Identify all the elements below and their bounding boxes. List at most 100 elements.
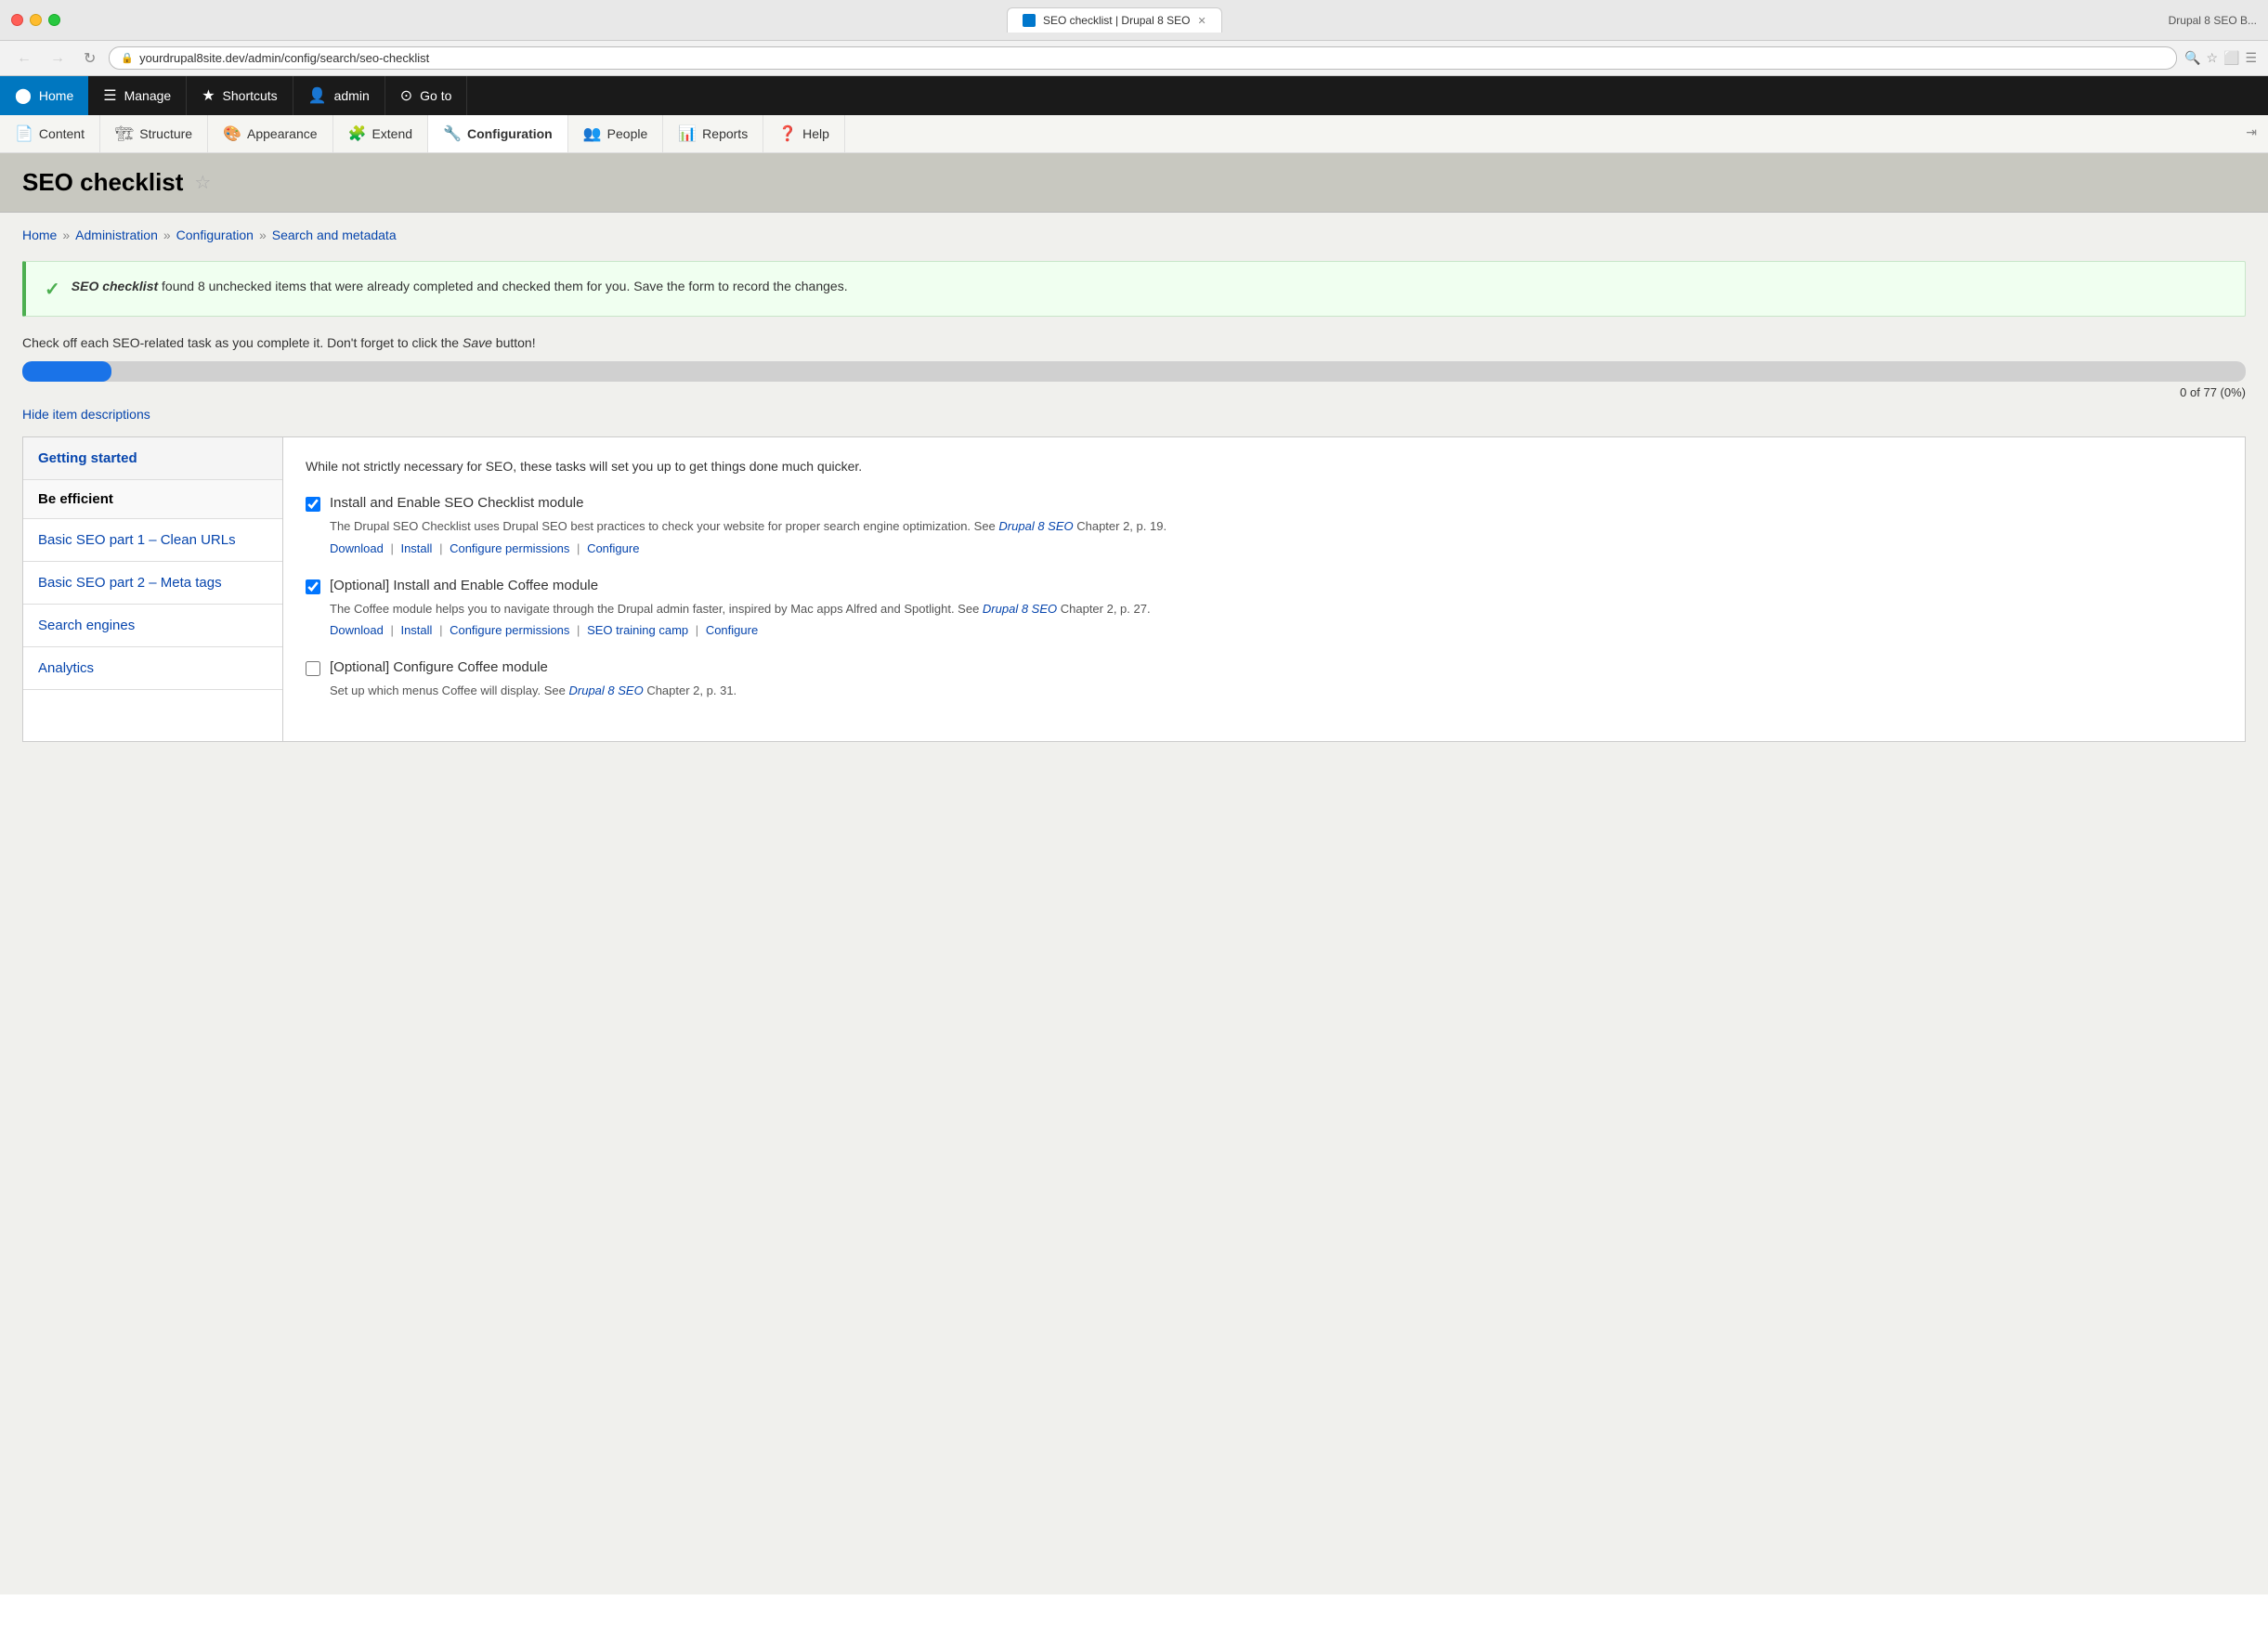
url-text: yourdrupal8site.dev/admin/config/search/… <box>139 51 429 65</box>
configuration-icon: 🔧 <box>443 124 462 143</box>
home-label: Home <box>39 88 73 103</box>
checkbox-item-2[interactable] <box>306 579 320 594</box>
shortcuts-icon: ★ <box>202 86 215 105</box>
breadcrumb-home[interactable]: Home <box>22 228 57 242</box>
nav-reports[interactable]: 📊 Reports <box>663 115 763 152</box>
hide-descriptions-toggle[interactable]: Hide item descriptions <box>22 407 150 422</box>
close-dot[interactable] <box>11 14 23 26</box>
appearance-icon: 🎨 <box>223 124 241 143</box>
secondary-nav: 📄 Content 🏗 Structure 🎨 Appearance 🧩 Ext… <box>0 115 2268 153</box>
checklist-item-2-configure[interactable]: Configure <box>706 623 758 637</box>
sidebar-item-analytics[interactable]: Analytics <box>23 647 282 690</box>
status-text: SEO checklist found 8 unchecked items th… <box>72 277 848 296</box>
sidebar-link-basic-seo-1[interactable]: Basic SEO part 1 – Clean URLs <box>38 532 236 548</box>
progress-label: 0 of 77 (0%) <box>22 385 2246 399</box>
manage-nav-item[interactable]: ☰ Manage <box>88 76 187 115</box>
progress-bar-fill <box>22 361 111 382</box>
structure-label: Structure <box>139 126 192 141</box>
sidebar-link-search-engines[interactable]: Search engines <box>38 618 135 633</box>
admin-user-label: admin <box>334 88 370 103</box>
progress-container: 0 of 77 (0%) <box>22 361 2246 399</box>
structure-icon: 🏗 <box>115 124 134 143</box>
shortcuts-nav-item[interactable]: ★ Shortcuts <box>187 76 293 115</box>
admin-user-nav-item[interactable]: 👤 admin <box>293 76 385 115</box>
help-label: Help <box>802 126 829 141</box>
extend-icon: 🧩 <box>348 124 367 143</box>
sidebar-item-getting-started[interactable]: Getting started <box>23 437 282 480</box>
checklist-item-1-download[interactable]: Download <box>330 541 384 555</box>
lock-icon: 🔒 <box>121 52 134 64</box>
tab-favicon <box>1023 14 1036 27</box>
sidebar-item-basic-seo-2[interactable]: Basic SEO part 2 – Meta tags <box>23 562 282 605</box>
checklist-item-2-download[interactable]: Download <box>330 623 384 637</box>
goto-icon: ⊙ <box>400 86 412 105</box>
goto-label: Go to <box>420 88 451 103</box>
breadcrumb-sep-2: » <box>163 228 171 242</box>
nav-expand-btn[interactable]: ⇥ <box>2235 115 2268 152</box>
page-content: SEO checklist ☆ Home » Administration » … <box>0 153 2268 1594</box>
sidebar-be-efficient-label: Be efficient <box>38 491 113 507</box>
admin-toolbar: ⬤ Home ☰ Manage ★ Shortcuts 👤 admin ⊙ Go… <box>0 76 2268 115</box>
manage-label: Manage <box>124 88 172 103</box>
checklist-item-1-desc: The Drupal SEO Checklist uses Drupal SEO… <box>330 517 2222 536</box>
checklist-item-2-install[interactable]: Install <box>400 623 432 637</box>
home-nav-item[interactable]: ⬤ Home <box>0 76 88 115</box>
nav-configuration[interactable]: 🔧 Configuration <box>428 115 568 152</box>
nav-people[interactable]: 👥 People <box>568 115 664 152</box>
breadcrumb-sep-3: » <box>259 228 267 242</box>
checklist-item-1-install[interactable]: Install <box>400 541 432 555</box>
page-body: Home » Administration » Configuration » … <box>0 213 2268 757</box>
checklist-item-2-title: [Optional] Install and Enable Coffee mod… <box>330 578 598 593</box>
status-rest: found 8 unchecked items that were alread… <box>162 279 848 293</box>
checklist-item-1-configure[interactable]: Configure <box>587 541 639 555</box>
checklist-item-1-configure-perms[interactable]: Configure permissions <box>450 541 569 555</box>
sidebar-link-getting-started[interactable]: Getting started <box>38 450 137 466</box>
checklist-item-2-seo-training[interactable]: SEO training camp <box>587 623 688 637</box>
help-icon: ❓ <box>778 124 797 143</box>
checklist-item-3-title: [Optional] Configure Coffee module <box>330 659 548 675</box>
nav-extend[interactable]: 🧩 Extend <box>333 115 429 152</box>
back-button[interactable]: ← <box>11 48 37 69</box>
menu-icon[interactable]: ☰ <box>2245 50 2257 66</box>
checklist-item-2-book-link[interactable]: Drupal 8 SEO <box>983 602 1057 616</box>
checklist-item-3-book-link[interactable]: Drupal 8 SEO <box>569 683 644 697</box>
breadcrumb-search-metadata[interactable]: Search and metadata <box>272 228 397 242</box>
checklist-item-1-book-link[interactable]: Drupal 8 SEO <box>998 519 1073 533</box>
browser-right-icons: 🔍 ☆ ⬜ ☰ <box>2184 50 2257 66</box>
content-label: Content <box>39 126 85 141</box>
tab-close-btn[interactable]: ✕ <box>1197 15 1206 27</box>
status-check-icon: ✓ <box>45 278 60 301</box>
browser-tab[interactable]: SEO checklist | Drupal 8 SEO ✕ <box>1007 7 1222 33</box>
people-label: People <box>607 126 648 141</box>
sidebar-link-basic-seo-2[interactable]: Basic SEO part 2 – Meta tags <box>38 575 222 591</box>
sidebar-link-analytics[interactable]: Analytics <box>38 660 94 676</box>
checklist-main: While not strictly necessary for SEO, th… <box>283 437 2245 741</box>
nav-appearance[interactable]: 🎨 Appearance <box>208 115 332 152</box>
browser-chrome: SEO checklist | Drupal 8 SEO ✕ Drupal 8 … <box>0 0 2268 76</box>
nav-content[interactable]: 📄 Content <box>0 115 100 152</box>
bookmark-icon[interactable]: ☆ <box>2206 50 2218 66</box>
zoom-icon[interactable]: 🔍 <box>2184 50 2200 66</box>
forward-button[interactable]: → <box>45 48 71 69</box>
sidebar-item-basic-seo-1[interactable]: Basic SEO part 1 – Clean URLs <box>23 519 282 562</box>
breadcrumb-administration[interactable]: Administration <box>75 228 158 242</box>
goto-nav-item[interactable]: ⊙ Go to <box>385 76 468 115</box>
address-bar[interactable]: 🔒 yourdrupal8site.dev/admin/config/searc… <box>109 46 2177 70</box>
breadcrumb-sep-1: » <box>62 228 70 242</box>
checklist-item-2-configure-perms[interactable]: Configure permissions <box>450 623 569 637</box>
sidebar-item-search-engines[interactable]: Search engines <box>23 605 282 647</box>
checkbox-item-3[interactable] <box>306 661 320 676</box>
window-icon[interactable]: ⬜ <box>2223 50 2239 66</box>
refresh-button[interactable]: ↻ <box>78 47 101 70</box>
maximize-dot[interactable] <box>48 14 60 26</box>
bookmark-page-icon[interactable]: ☆ <box>194 171 211 194</box>
checklist-item-2: [Optional] Install and Enable Coffee mod… <box>306 578 2222 638</box>
shortcuts-label: Shortcuts <box>223 88 278 103</box>
checkbox-item-1[interactable] <box>306 497 320 512</box>
people-icon: 👥 <box>583 124 602 143</box>
nav-structure[interactable]: 🏗 Structure <box>100 115 208 152</box>
minimize-dot[interactable] <box>30 14 42 26</box>
breadcrumb-configuration[interactable]: Configuration <box>176 228 254 242</box>
nav-help[interactable]: ❓ Help <box>763 115 845 152</box>
checklist-sidebar: Getting started Be efficient Basic SEO p… <box>23 437 283 741</box>
